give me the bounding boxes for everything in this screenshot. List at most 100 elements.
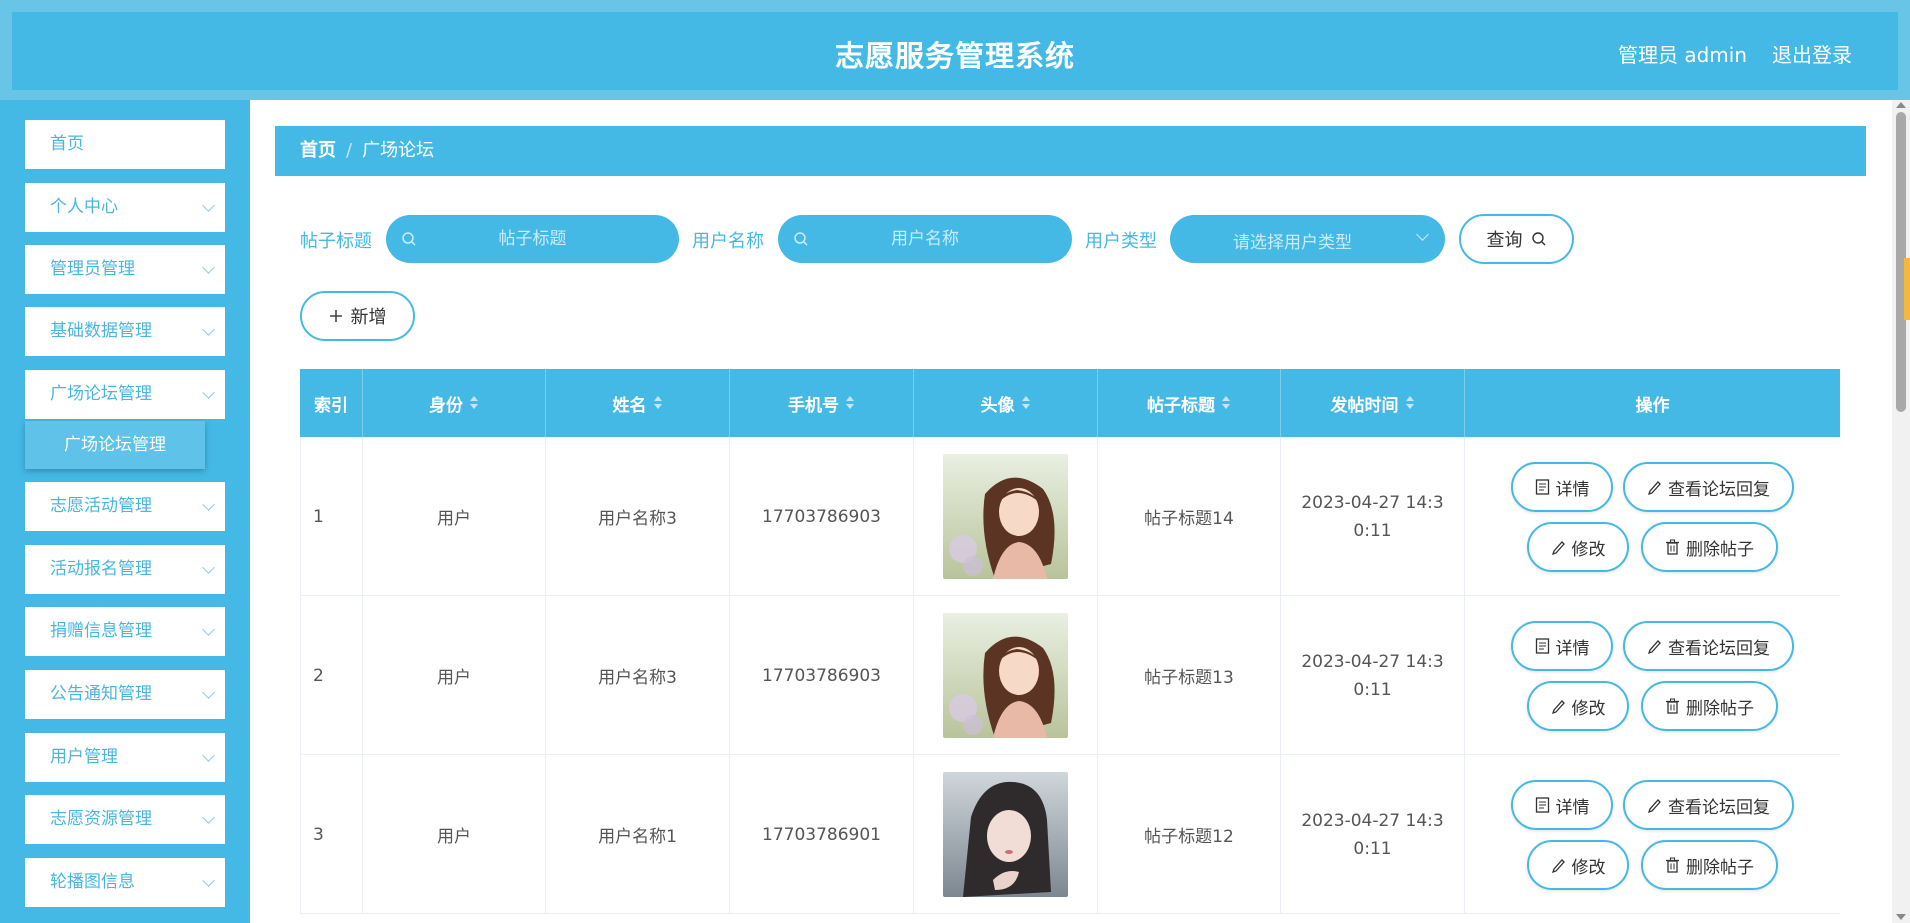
chevron-down-icon (202, 811, 215, 824)
col-actions: 操作 (1465, 369, 1840, 437)
cell-name: 用户名称1 (546, 755, 730, 914)
breadcrumb-separator: / (346, 140, 353, 161)
sidebar-item-admin-mgmt[interactable]: 管理员管理 (25, 245, 225, 294)
sidebar-item-basic-data[interactable]: 基础数据管理 (25, 307, 225, 356)
col-post-title[interactable]: 帖子标题 (1098, 369, 1281, 437)
admin-user-label: 管理员 admin (1618, 43, 1748, 67)
sort-icon[interactable] (845, 395, 855, 411)
vertical-scrollbar[interactable] (1892, 100, 1910, 923)
sort-icon[interactable] (1021, 395, 1031, 411)
delete-post-button[interactable]: 删除帖子 (1641, 681, 1778, 731)
column-label: 头像 (980, 395, 1015, 416)
sidebar-item-donation-mgmt[interactable]: 捐赠信息管理 (25, 607, 225, 656)
cell-index: 2 (300, 596, 363, 755)
column-label: 姓名 (612, 395, 647, 416)
edit-button[interactable]: 修改 (1527, 681, 1629, 731)
user-name-label: 用户名称 (692, 231, 764, 252)
post-title-label: 帖子标题 (300, 231, 372, 252)
sidebar-item-carousel[interactable]: 轮播图信息 (25, 858, 225, 907)
trash-icon (1666, 539, 1679, 555)
sidebar-item-label: 捐赠信息管理 (50, 621, 152, 641)
sidebar-item-forum-mgmt[interactable]: 广场论坛管理 (25, 370, 225, 419)
add-button[interactable]: 新增 (300, 291, 415, 341)
avatar-image[interactable] (943, 772, 1068, 897)
user-type-select[interactable]: 请选择用户类型 (1170, 215, 1445, 263)
sort-icon[interactable] (653, 395, 663, 411)
sidebar-item-home[interactable]: 首页 (25, 120, 225, 169)
document-icon (1535, 797, 1549, 813)
edit-button-label: 修改 (1571, 857, 1606, 878)
sidebar-item-label: 活动报名管理 (50, 559, 152, 579)
col-name[interactable]: 姓名 (546, 369, 730, 437)
delete-post-button[interactable]: 删除帖子 (1641, 522, 1778, 572)
cell-actions: 详情 查看论坛回复 修改 删除帖子 (1465, 596, 1840, 755)
sidebar-item-signup-mgmt[interactable]: 活动报名管理 (25, 545, 225, 594)
sidebar-item-personal[interactable]: 个人中心 (25, 183, 225, 232)
cell-role: 用户 (363, 755, 546, 914)
sidebar-item-user-mgmt[interactable]: 用户管理 (25, 733, 225, 782)
col-post-time[interactable]: 发帖时间 (1281, 369, 1465, 437)
edit-button[interactable]: 修改 (1527, 840, 1629, 890)
user-name-field[interactable] (778, 215, 1072, 263)
search-icon (402, 232, 416, 246)
chevron-down-icon (202, 323, 215, 336)
chevron-down-icon (202, 561, 215, 574)
scroll-down-icon[interactable] (1896, 914, 1906, 920)
view-replies-button[interactable]: 查看论坛回复 (1623, 462, 1794, 512)
sidebar-item-resource-mgmt[interactable]: 志愿资源管理 (25, 795, 225, 844)
table-header: 索引 身份 姓名 手机号 头像 帖子标题 发帖时间 操作 (300, 369, 1840, 437)
column-label: 帖子标题 (1147, 395, 1215, 416)
delete-post-button[interactable]: 删除帖子 (1641, 840, 1778, 890)
post-title-input[interactable] (386, 215, 679, 263)
edit-icon (1551, 700, 1565, 714)
sidebar-item-activity-mgmt[interactable]: 志愿活动管理 (25, 482, 225, 531)
cell-index: 3 (300, 755, 363, 914)
chevron-down-icon (202, 749, 215, 762)
view-replies-button[interactable]: 查看论坛回复 (1623, 780, 1794, 830)
col-role[interactable]: 身份 (363, 369, 546, 437)
document-icon (1535, 479, 1549, 495)
sort-icon[interactable] (1405, 395, 1415, 411)
col-avatar[interactable]: 头像 (914, 369, 1098, 437)
sidebar-item-label: 轮播图信息 (50, 872, 135, 892)
avatar-image[interactable] (943, 613, 1068, 738)
user-type-label: 用户类型 (1085, 231, 1157, 252)
sort-icon[interactable] (1221, 395, 1231, 411)
query-button[interactable]: 查询 (1459, 214, 1574, 264)
column-label: 发帖时间 (1330, 395, 1399, 416)
cell-role: 用户 (363, 596, 546, 755)
view-replies-button[interactable]: 查看论坛回复 (1623, 621, 1794, 671)
cell-name: 用户名称3 (546, 437, 730, 596)
sidebar-item-label: 志愿活动管理 (50, 496, 152, 516)
edit-button-label: 修改 (1571, 698, 1606, 719)
col-index: 索引 (300, 369, 363, 437)
detail-button-label: 详情 (1555, 797, 1590, 818)
cell-post-title: 帖子标题13 (1098, 596, 1281, 755)
logout-link[interactable]: 退出登录 (1772, 39, 1852, 68)
edit-icon (1647, 481, 1661, 495)
avatar-image[interactable] (943, 454, 1068, 579)
sidebar-item-label: 用户管理 (50, 747, 118, 767)
detail-button[interactable]: 详情 (1511, 462, 1613, 512)
col-phone[interactable]: 手机号 (730, 369, 914, 437)
scroll-up-icon[interactable] (1896, 102, 1906, 108)
user-type-placeholder: 请选择用户类型 (1233, 233, 1352, 253)
detail-button[interactable]: 详情 (1511, 621, 1613, 671)
edit-icon (1551, 859, 1565, 873)
breadcrumb-home[interactable]: 首页 (300, 140, 336, 161)
cell-post-time: 2023-04-27 14:30:11 (1281, 437, 1465, 596)
add-button-label: 新增 (350, 307, 387, 328)
edit-button[interactable]: 修改 (1527, 522, 1629, 572)
sidebar-item-notice-mgmt[interactable]: 公告通知管理 (25, 670, 225, 719)
sidebar-item-label: 志愿资源管理 (50, 809, 152, 829)
detail-button[interactable]: 详情 (1511, 780, 1613, 830)
cell-actions: 详情 查看论坛回复 修改 删除帖子 (1465, 755, 1840, 914)
cell-actions: 详情 查看论坛回复 修改 删除帖子 (1465, 437, 1840, 596)
sidebar-subitem-forum-mgmt[interactable]: 广场论坛管理 (25, 421, 205, 469)
chevron-down-icon (202, 386, 215, 399)
sort-icon[interactable] (469, 395, 479, 411)
breadcrumb: 首页 / 广场论坛 (275, 126, 1866, 176)
trash-icon (1666, 698, 1679, 714)
user-name-input[interactable] (778, 215, 1072, 263)
post-title-field[interactable] (386, 215, 679, 263)
